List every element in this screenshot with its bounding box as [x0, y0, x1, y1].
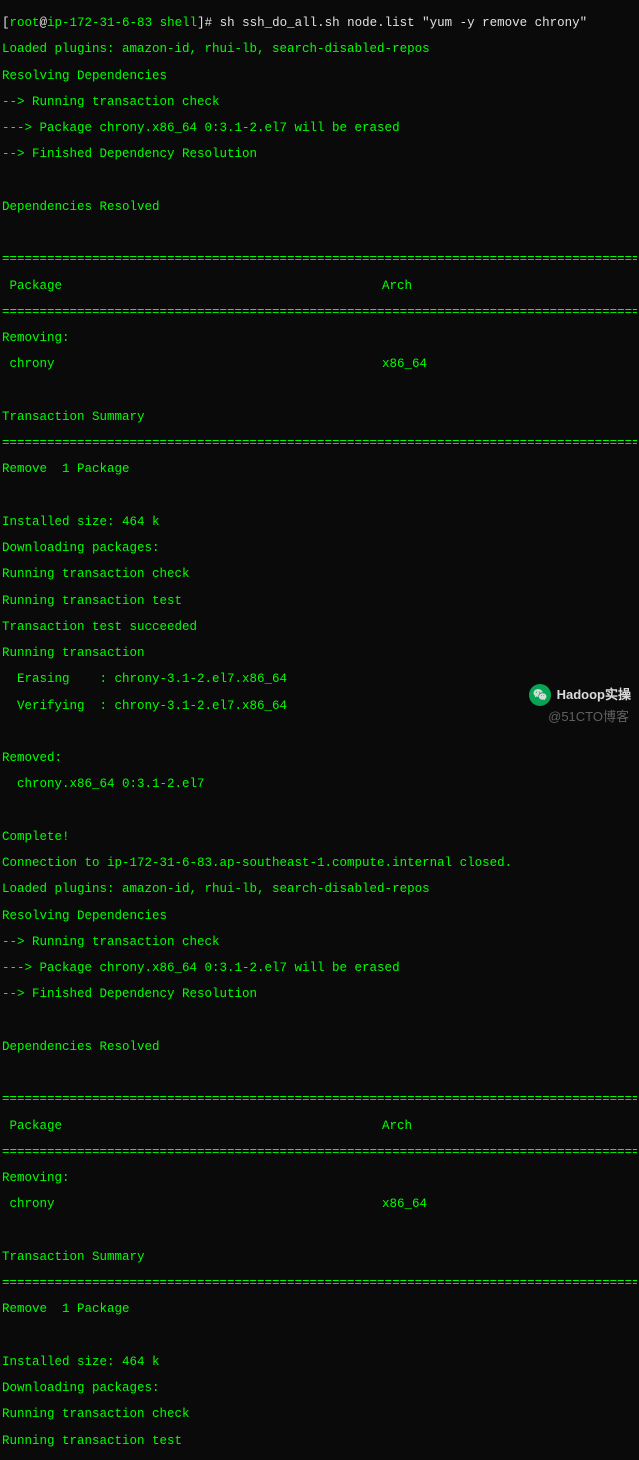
output-line: --> Running transaction check: [2, 936, 637, 949]
output-line: ---> Package chrony.x86_64 0:3.1-2.el7 w…: [2, 122, 637, 135]
blank-line: [2, 1330, 637, 1343]
output-line: Running transaction check: [2, 1408, 637, 1421]
output-line: Transaction Summary: [2, 411, 637, 424]
output-line: Transaction test succeeded: [2, 621, 637, 634]
prompt-line: [root@ip-172-31-6-83 shell]# sh ssh_do_a…: [2, 17, 637, 30]
output-line: Removed:: [2, 752, 637, 765]
output-line: Installed size: 464 k: [2, 1356, 637, 1369]
table-header: PackageArch: [2, 1120, 637, 1133]
blank-line: [2, 490, 637, 503]
blank-line: [2, 1015, 637, 1028]
output-line: --> Finished Dependency Resolution: [2, 988, 637, 1001]
output-line: Downloading packages:: [2, 542, 637, 555]
terminal-output[interactable]: [root@ip-172-31-6-83 shell]# sh ssh_do_a…: [2, 4, 637, 1460]
divider: ========================================…: [2, 253, 637, 266]
output-line: Running transaction: [2, 647, 637, 660]
output-line: Connection to ip-172-31-6-83.ap-southeas…: [2, 857, 637, 870]
output-line: Dependencies Resolved: [2, 201, 637, 214]
output-line: Loaded plugins: amazon-id, rhui-lb, sear…: [2, 883, 637, 896]
wechat-text: Hadoop实操: [557, 688, 631, 702]
output-line: Complete!: [2, 831, 637, 844]
output-line: Loaded plugins: amazon-id, rhui-lb, sear…: [2, 43, 637, 56]
output-line: Remove 1 Package: [2, 1303, 637, 1316]
blank-line: [2, 1067, 637, 1080]
blank-line: [2, 1225, 637, 1238]
output-line: Removing:: [2, 332, 637, 345]
output-line: chrony.x86_64 0:3.1-2.el7: [2, 778, 637, 791]
blog-watermark: @51CTO博客: [548, 710, 629, 724]
blank-line: [2, 175, 637, 188]
divider: ========================================…: [2, 1093, 637, 1106]
output-line: Running transaction check: [2, 568, 637, 581]
table-row: chronyx86_64: [2, 358, 637, 371]
output-line: Running transaction test: [2, 1435, 637, 1448]
output-line: --> Running transaction check: [2, 96, 637, 109]
output-line: --> Finished Dependency Resolution: [2, 148, 637, 161]
output-line: Dependencies Resolved: [2, 1041, 637, 1054]
wechat-icon: [529, 684, 551, 706]
output-line: Remove 1 Package: [2, 463, 637, 476]
divider: ========================================…: [2, 306, 637, 319]
table-header: PackageArch: [2, 280, 637, 293]
divider: ========================================…: [2, 1146, 637, 1159]
output-line: Resolving Dependencies: [2, 910, 637, 923]
output-line: Installed size: 464 k: [2, 516, 637, 529]
blank-line: [2, 385, 637, 398]
output-line: ---> Package chrony.x86_64 0:3.1-2.el7 w…: [2, 962, 637, 975]
output-line: Transaction Summary: [2, 1251, 637, 1264]
output-line: Resolving Dependencies: [2, 70, 637, 83]
table-row: chronyx86_64: [2, 1198, 637, 1211]
blank-line: [2, 726, 637, 739]
output-line: Removing:: [2, 1172, 637, 1185]
blank-line: [2, 805, 637, 818]
wechat-watermark: Hadoop实操: [529, 684, 631, 706]
divider: ========================================…: [2, 437, 637, 450]
output-line: Running transaction test: [2, 595, 637, 608]
output-line: Downloading packages:: [2, 1382, 637, 1395]
divider: ========================================…: [2, 1277, 637, 1290]
blank-line: [2, 227, 637, 240]
